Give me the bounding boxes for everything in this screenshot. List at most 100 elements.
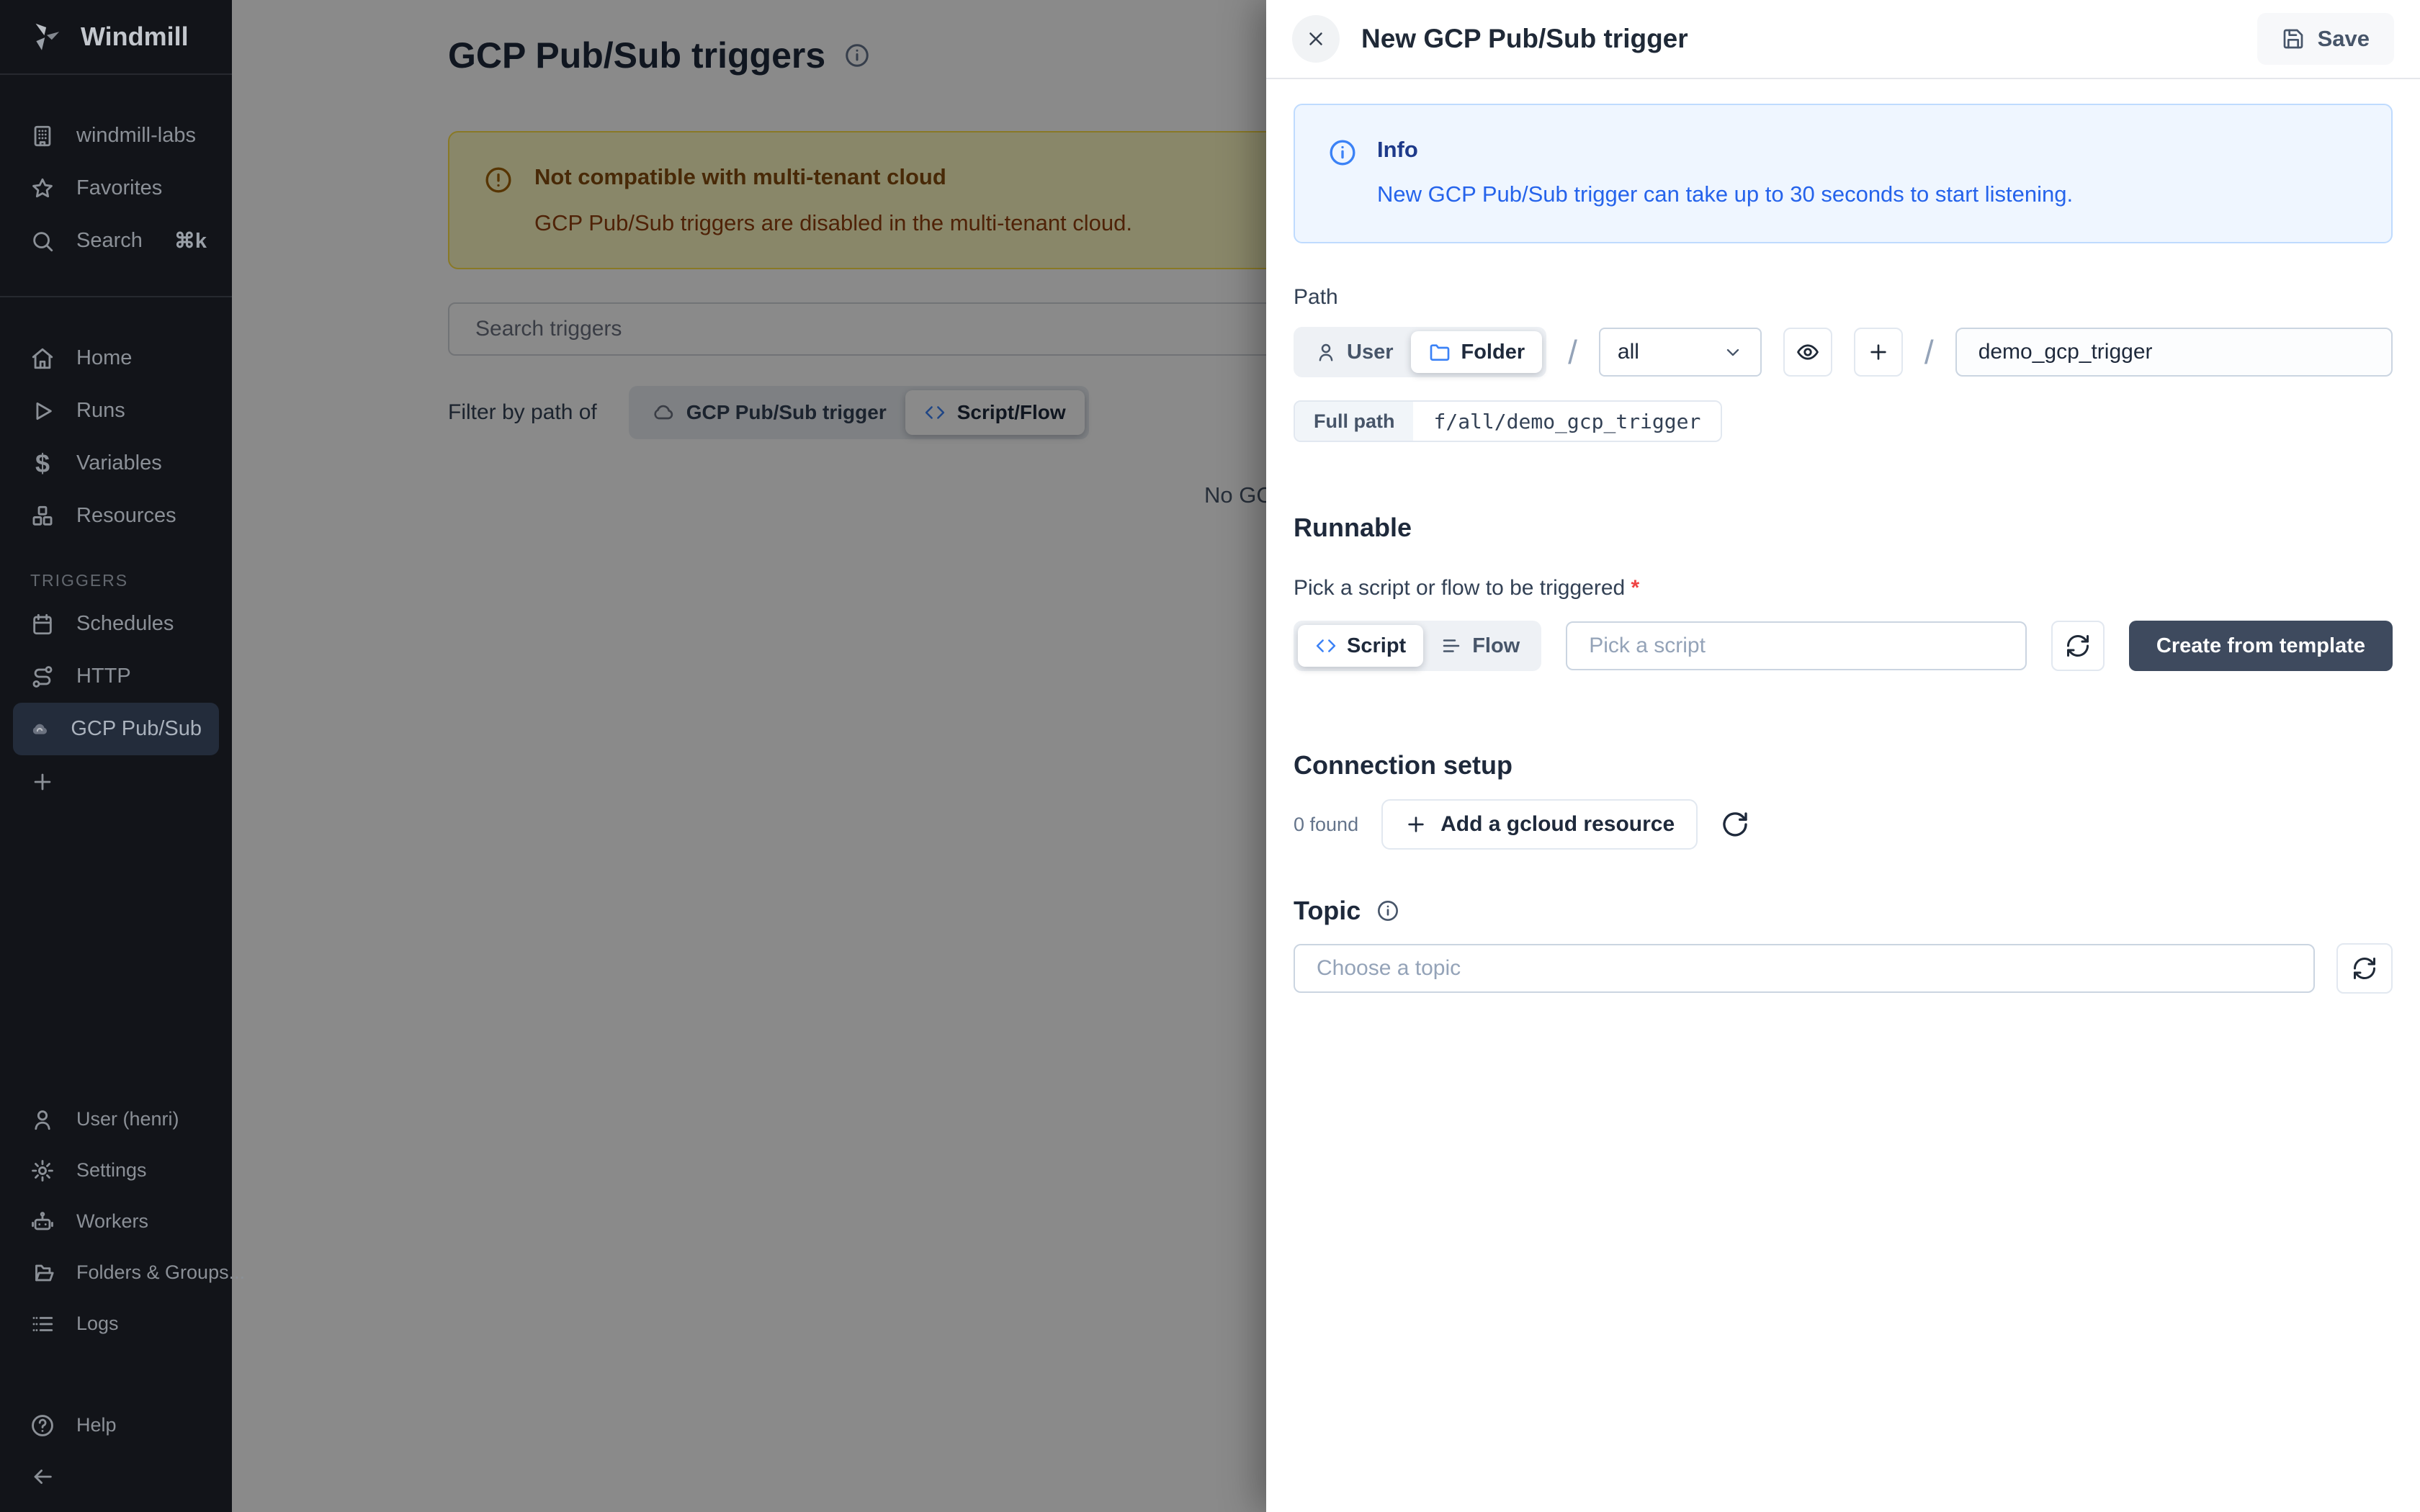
user-toggle-button[interactable]: User — [1298, 331, 1411, 373]
drawer-body: Info New GCP Pub/Sub trigger can take up… — [1266, 79, 2420, 1018]
sidebar-item-workspace[interactable]: windmill-labs — [13, 109, 219, 162]
gear-icon — [30, 1158, 55, 1183]
info-icon — [1328, 138, 1357, 167]
runnable-heading: Runnable — [1294, 513, 2393, 543]
search-icon — [30, 229, 55, 253]
refresh-scripts-button[interactable] — [2051, 621, 2105, 671]
sidebar-item-logs[interactable]: Logs — [13, 1298, 219, 1349]
sidebar-item-schedules[interactable]: Schedules — [13, 598, 219, 650]
choose-topic-input[interactable] — [1294, 944, 2315, 993]
connection-setup-heading: Connection setup — [1294, 750, 2393, 780]
nav-label: Folders & Groups... — [76, 1261, 245, 1284]
favorites-label: Favorites — [76, 176, 162, 200]
flow-toggle-button[interactable]: Flow — [1423, 625, 1537, 667]
full-path-badge: Full path f/all/demo_gcp_trigger — [1294, 400, 1722, 442]
folder-toggle-button[interactable]: Folder — [1411, 331, 1543, 373]
sidebar-item-resources[interactable]: Resources — [13, 490, 219, 542]
info-alert-body: New GCP Pub/Sub trigger can take up to 3… — [1377, 181, 2073, 207]
nav-label: Home — [76, 346, 132, 370]
nav-label: HTTP — [76, 665, 131, 688]
refresh-resources-button[interactable] — [1721, 810, 1749, 839]
folder-open-icon — [30, 1261, 55, 1285]
owner-toggle-group: User Folder — [1294, 327, 1546, 377]
sidebar-item-help[interactable]: Help — [13, 1400, 219, 1451]
full-path-value: f/all/demo_gcp_trigger — [1413, 402, 1721, 441]
windmill-logo-icon — [29, 20, 62, 53]
sidebar-item-http[interactable]: HTTP — [13, 650, 219, 703]
workspace-label: windmill-labs — [76, 124, 196, 148]
topic-heading-row: Topic — [1294, 896, 2393, 926]
app-logo[interactable]: Windmill — [0, 0, 232, 75]
refresh-topics-button[interactable] — [2336, 943, 2393, 994]
sidebar-item-variables[interactable]: $ Variables — [13, 437, 219, 490]
info-alert-title: Info — [1377, 137, 2073, 163]
add-gcloud-resource-label: Add a gcloud resource — [1440, 812, 1675, 837]
code-icon — [1315, 635, 1337, 657]
flow-toggle-label: Flow — [1472, 634, 1520, 658]
close-icon — [1305, 28, 1327, 50]
sidebar-item-user[interactable]: User (henri) — [13, 1094, 219, 1145]
sidebar-collapse-button[interactable] — [13, 1451, 219, 1502]
sidebar-top-group: windmill-labs Favorites Search ⌘k — [0, 75, 232, 297]
home-icon — [30, 346, 55, 371]
add-folder-button[interactable] — [1854, 328, 1903, 377]
save-button[interactable]: Save — [2257, 13, 2394, 65]
sidebar-item-folders-groups[interactable]: Folders & Groups... — [13, 1247, 219, 1298]
sidebar-item-gcp-pubsub[interactable]: GCP Pub/Sub — [13, 703, 219, 755]
drawer-title: New GCP Pub/Sub trigger — [1361, 24, 1688, 54]
chevron-down-icon — [1723, 342, 1743, 362]
plus-icon — [30, 770, 55, 794]
drawer-header: New GCP Pub/Sub trigger Save — [1266, 0, 2420, 79]
add-gcloud-resource-button[interactable]: Add a gcloud resource — [1381, 799, 1698, 850]
search-label: Search — [76, 229, 143, 253]
sidebar: Windmill windmill-labs Favorites Search … — [0, 0, 232, 1512]
sidebar-item-home[interactable]: Home — [13, 332, 219, 384]
save-label: Save — [2318, 26, 2370, 52]
sidebar-bottom-group: User (henri) Settings Workers Folders & … — [0, 1094, 232, 1512]
nav-label: GCP Pub/Sub — [71, 717, 202, 741]
help-label: Help — [76, 1414, 117, 1436]
sidebar-nav-group: Home Runs $ Variables Resources TRIGGERS… — [0, 297, 232, 822]
dollar-icon: $ — [30, 449, 55, 479]
sidebar-item-workers[interactable]: Workers — [13, 1196, 219, 1247]
help-circle-icon — [30, 1413, 55, 1438]
building-icon — [30, 124, 55, 148]
star-icon — [30, 176, 55, 201]
sidebar-item-search[interactable]: Search ⌘k — [13, 215, 219, 267]
save-icon — [2282, 27, 2305, 50]
view-folder-button[interactable] — [1783, 328, 1832, 377]
create-from-template-button[interactable]: Create from template — [2129, 621, 2393, 671]
folder-select[interactable]: all — [1599, 328, 1762, 377]
sidebar-item-runs[interactable]: Runs — [13, 384, 219, 437]
connection-row: 0 found Add a gcloud resource — [1294, 799, 2393, 850]
robot-icon — [30, 1210, 55, 1234]
info-icon — [1376, 899, 1399, 922]
info-alert: Info New GCP Pub/Sub trigger can take up… — [1294, 104, 2393, 243]
plus-icon — [1404, 813, 1428, 836]
rotate-cw-icon — [1721, 810, 1749, 839]
trigger-name-input[interactable] — [1955, 328, 2393, 377]
triggers-caption: TRIGGERS — [13, 542, 219, 598]
sidebar-item-add-trigger[interactable] — [13, 755, 219, 808]
runnable-kind-toggle-group: Script Flow — [1294, 621, 1541, 671]
pick-script-label: Pick a script or flow to be triggered * — [1294, 576, 2393, 600]
nav-label: Workers — [76, 1210, 148, 1233]
play-icon — [30, 399, 55, 423]
boxes-icon — [30, 504, 55, 528]
required-asterisk: * — [1631, 576, 1640, 600]
user-toggle-label: User — [1347, 341, 1394, 364]
path-row: User Folder / all — [1294, 327, 2393, 377]
flow-bars-icon — [1440, 635, 1462, 657]
sidebar-item-settings[interactable]: Settings — [13, 1145, 219, 1196]
close-button[interactable] — [1292, 15, 1340, 63]
topic-row — [1294, 943, 2393, 994]
script-toggle-button[interactable]: Script — [1298, 625, 1423, 667]
user-icon — [1315, 341, 1337, 363]
route-icon — [30, 665, 55, 689]
sidebar-item-favorites[interactable]: Favorites — [13, 162, 219, 215]
nav-label: Runs — [76, 399, 125, 423]
pick-script-input[interactable] — [1566, 621, 2027, 670]
eye-icon — [1796, 340, 1820, 364]
folder-select-value: all — [1618, 340, 1639, 364]
calendar-icon — [30, 612, 55, 636]
